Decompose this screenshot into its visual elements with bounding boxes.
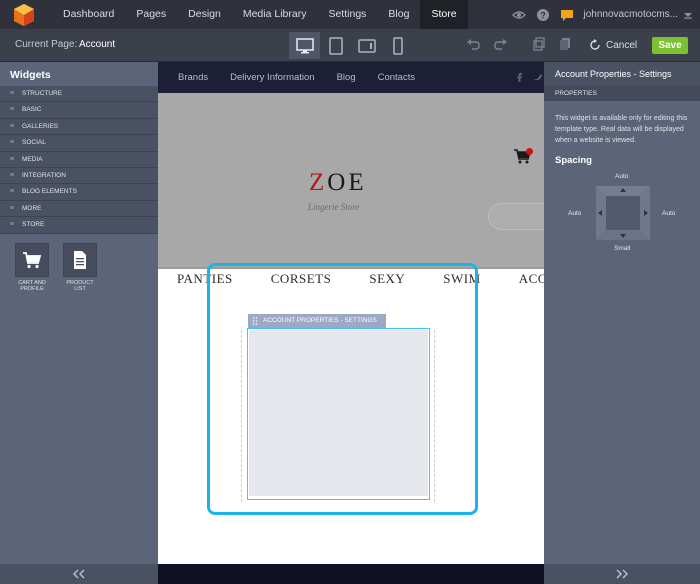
svg-text:?: ? xyxy=(540,10,546,20)
view-icon[interactable] xyxy=(511,8,526,22)
top-right-tools: ? johnnovacmotocms... xyxy=(511,0,700,29)
site-search-input[interactable] xyxy=(488,203,544,230)
top-navigation-bar: Dashboard Pages Design Media Library Set… xyxy=(0,0,700,29)
double-chevron-left-icon xyxy=(72,569,85,579)
twitter-icon[interactable] xyxy=(534,73,542,82)
chevron-down-icon[interactable] xyxy=(684,11,692,19)
page-canvas: Brands Delivery Information Blog Contact… xyxy=(158,62,544,584)
nav-design[interactable]: Design xyxy=(177,0,232,29)
brand-rest: OE xyxy=(327,169,367,196)
spacing-top-value[interactable]: Auto xyxy=(615,173,628,180)
nav-blog[interactable]: Blog xyxy=(377,0,420,29)
brand-first-letter: Z xyxy=(309,169,328,196)
widget-title-tag[interactable]: ACCOUNT PROPERTIES - SETTINGS xyxy=(248,314,386,328)
tablet-landscape-icon xyxy=(357,38,376,53)
site-tagline: Lingerie Store xyxy=(308,202,360,212)
category-more[interactable]: MORE xyxy=(0,200,158,218)
category-social[interactable]: SOCIAL xyxy=(0,135,158,152)
device-tablet-button[interactable] xyxy=(320,32,351,59)
widget-category-list: STRUCTURE BASIC GALLERIES SOCIAL MEDIA I… xyxy=(0,86,158,234)
spacing-right-value[interactable]: Auto xyxy=(662,210,675,217)
nav-media-library[interactable]: Media Library xyxy=(232,0,318,29)
category-blog-elements[interactable]: BLOG ELEMENTS xyxy=(0,184,158,201)
site-header: ZOE Lingerie Store PANTIES CORSETS SEXY … xyxy=(158,93,544,286)
widget-label-line2: LIST xyxy=(74,286,86,292)
widgets-panel: Widgets STRUCTURE BASIC GALLERIES SOCIAL… xyxy=(0,62,158,584)
collapse-right-panel-button[interactable] xyxy=(544,564,700,584)
user-name[interactable]: johnnovacmotocms... xyxy=(584,9,679,20)
widget-label-line2: PROFILE xyxy=(20,286,44,292)
widget-cart-and-profile[interactable]: CART AND PROFILE xyxy=(13,243,51,292)
category-basic[interactable]: BASIC xyxy=(0,102,158,119)
category-structure[interactable]: STRUCTURE xyxy=(0,86,158,103)
site-footer-bar xyxy=(158,564,544,584)
column-guide-left xyxy=(241,330,242,502)
cart-icon xyxy=(23,252,42,269)
category-galleries[interactable]: GALLERIES xyxy=(0,118,158,136)
device-tablet-landscape-button[interactable] xyxy=(351,32,382,59)
widgets-panel-title: Widgets xyxy=(10,69,51,81)
current-page-label: Current Page: xyxy=(15,39,78,50)
category-media[interactable]: MEDIA xyxy=(0,151,158,168)
site-top-nav: Brands Delivery Information Blog Contact… xyxy=(158,62,544,93)
copy-icon[interactable] xyxy=(532,37,546,51)
site-nav-links: Brands Delivery Information Blog Contact… xyxy=(178,72,437,83)
spacing-control[interactable] xyxy=(596,186,650,240)
chat-icon[interactable] xyxy=(560,8,574,22)
category-accessories[interactable]: ACCESSO xyxy=(519,271,544,287)
phone-icon xyxy=(392,36,403,55)
spacing-bottom-value[interactable]: Small xyxy=(614,245,630,252)
widget-tile xyxy=(15,243,49,277)
redo-icon[interactable] xyxy=(494,37,508,51)
site-link-contacts[interactable]: Contacts xyxy=(378,72,416,83)
help-icon[interactable]: ? xyxy=(536,8,550,22)
site-link-blog[interactable]: Blog xyxy=(337,72,356,83)
main-nav: Dashboard Pages Design Media Library Set… xyxy=(52,0,468,29)
site-link-brands[interactable]: Brands xyxy=(178,72,208,83)
collapse-left-panel-button[interactable] xyxy=(0,564,158,584)
category-integration[interactable]: INTEGRATION xyxy=(0,167,158,185)
cart-count-badge xyxy=(526,148,533,155)
desktop-icon xyxy=(295,37,314,53)
facebook-icon[interactable] xyxy=(515,73,523,82)
account-widget-placeholder[interactable] xyxy=(249,330,428,496)
widget-title-label: ACCOUNT PROPERTIES - SETTINGS xyxy=(263,317,377,324)
cancel-button[interactable]: Cancel xyxy=(589,37,637,53)
column-guide-right xyxy=(434,330,435,502)
undo-icon[interactable] xyxy=(466,37,480,51)
double-chevron-right-icon xyxy=(616,569,629,579)
current-page-value[interactable]: Account xyxy=(79,39,115,50)
site-brand-logo[interactable]: ZOE xyxy=(309,169,367,197)
device-desktop-button[interactable] xyxy=(289,32,320,59)
device-phone-button[interactable] xyxy=(382,32,413,59)
nav-settings[interactable]: Settings xyxy=(317,0,377,29)
drag-handle-icon[interactable] xyxy=(252,317,258,325)
nav-dashboard[interactable]: Dashboard xyxy=(52,0,125,29)
widget-product-list[interactable]: PRODUCT LIST xyxy=(61,243,99,292)
refresh-icon xyxy=(590,39,600,50)
history-controls xyxy=(466,37,522,51)
app-logo-icon[interactable] xyxy=(12,3,36,27)
widget-tile xyxy=(63,243,97,277)
widget-availability-note: This widget is available only for editin… xyxy=(555,115,688,144)
save-button[interactable]: Save xyxy=(652,37,688,54)
properties-section-header[interactable]: PROPERTIES xyxy=(544,86,700,101)
category-store[interactable]: STORE xyxy=(0,217,158,234)
document-icon xyxy=(74,251,86,269)
device-switcher xyxy=(289,32,413,59)
properties-panel-title: Account Properties - Settings xyxy=(544,62,700,86)
nav-store[interactable]: Store xyxy=(420,0,468,29)
paste-icon[interactable] xyxy=(558,37,572,51)
cancel-label: Cancel xyxy=(606,39,638,51)
editor-toolbar: Current Page: Account Cancel xyxy=(0,29,700,62)
store-widgets: CART AND PROFILE PRODUCT LIST xyxy=(13,243,109,292)
nav-pages[interactable]: Pages xyxy=(125,0,177,29)
site-link-delivery[interactable]: Delivery Information xyxy=(230,72,314,83)
tablet-icon xyxy=(328,36,343,55)
spacing-left-value[interactable]: Auto xyxy=(568,210,581,217)
properties-panel: Account Properties - Settings PROPERTIES… xyxy=(544,62,700,584)
spacing-heading: Spacing xyxy=(555,155,592,166)
